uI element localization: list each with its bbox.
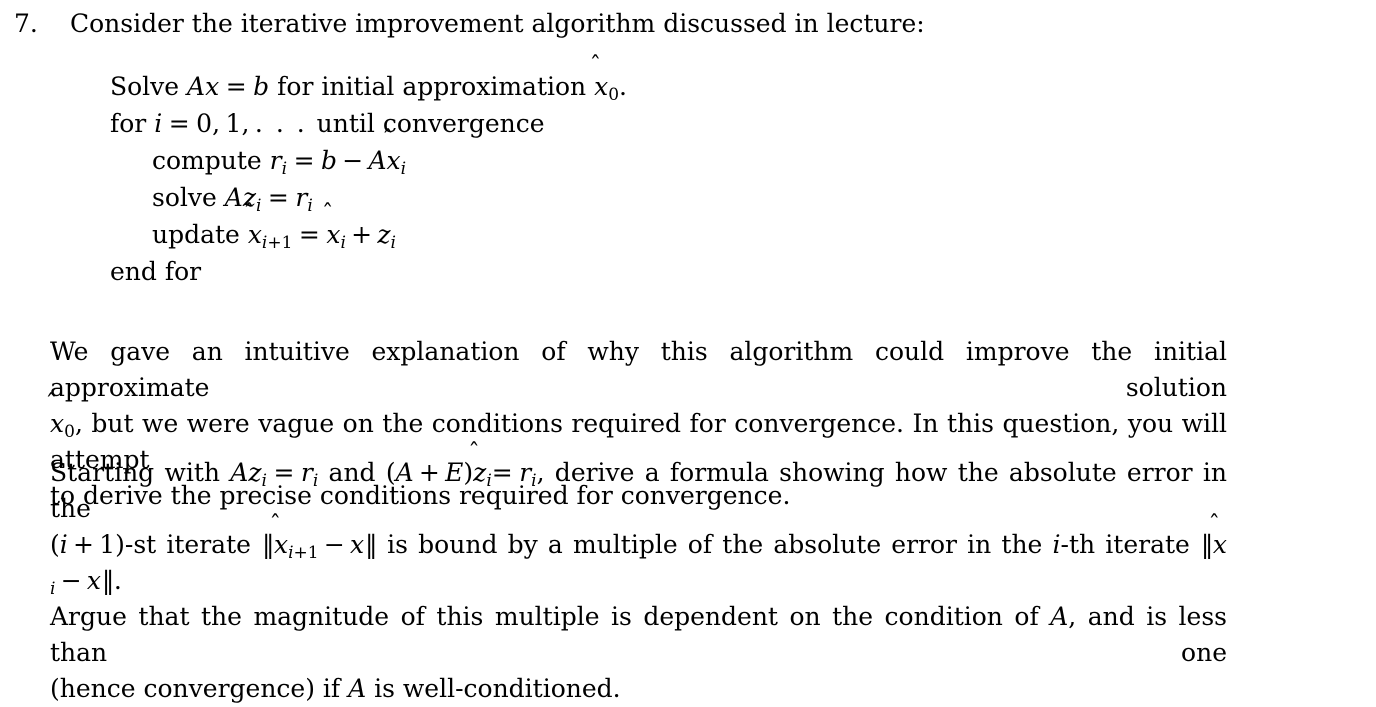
item-heading: Consider the iterative improvement algor… — [70, 9, 925, 38]
paragraph-2-line-2: (i+1)-st iterate ‖x̂i+1−x‖ is bound by a… — [50, 530, 1227, 599]
document-page: 7. Consider the iterative improvement al… — [0, 0, 1376, 703]
algorithm-line-for: for i = 0, 1,. . . until convergence — [110, 109, 545, 138]
algorithm-line-solve-inner: solve Azi = ri — [152, 183, 313, 216]
seg-starting-with: Starting with — [50, 458, 231, 487]
seg-hence-tail: is well-conditioned. — [366, 674, 621, 703]
paragraph-2-line-4: (hence convergence) if A is well-conditi… — [50, 674, 621, 703]
algorithm-line-compute: compute ri=b−Ax̂i — [152, 146, 407, 179]
algorithm-line-end-for: end for — [110, 253, 627, 290]
seg-and: and — [318, 458, 386, 487]
paragraph-question: Starting with Azi=ri and (A+E)ẑi=ri, de… — [50, 455, 1227, 707]
seg-argue: Argue that the magnitude of this multipl… — [50, 602, 1051, 631]
paragraph-2-line-3: Argue that the magnitude of this multipl… — [50, 602, 1227, 667]
seg-ith-iterate: -th iterate — [1060, 530, 1201, 559]
algorithm-block: Solve Ax=b for initial approximation x̂0… — [110, 68, 627, 290]
seg-st-iterate: -st iterate — [124, 530, 262, 559]
seg-hence: (hence convergence) if — [50, 674, 349, 703]
paragraph-2-line-1: Starting with Azi=ri and (A+E)ẑi=ri, de… — [50, 458, 1227, 523]
item-number: 7. — [14, 9, 38, 38]
seg-bound: is bound by a multiple of the absolute e… — [377, 530, 1053, 559]
algorithm-end-label: end for — [110, 257, 202, 286]
algorithm-line-update: update x̂i+1=x̂i+zi — [152, 220, 396, 253]
paragraph-1-line-1: We gave an intuitive explanation of why … — [50, 337, 1227, 402]
algorithm-line-solve: Solve Ax=b for initial approximation x̂0… — [110, 72, 627, 105]
